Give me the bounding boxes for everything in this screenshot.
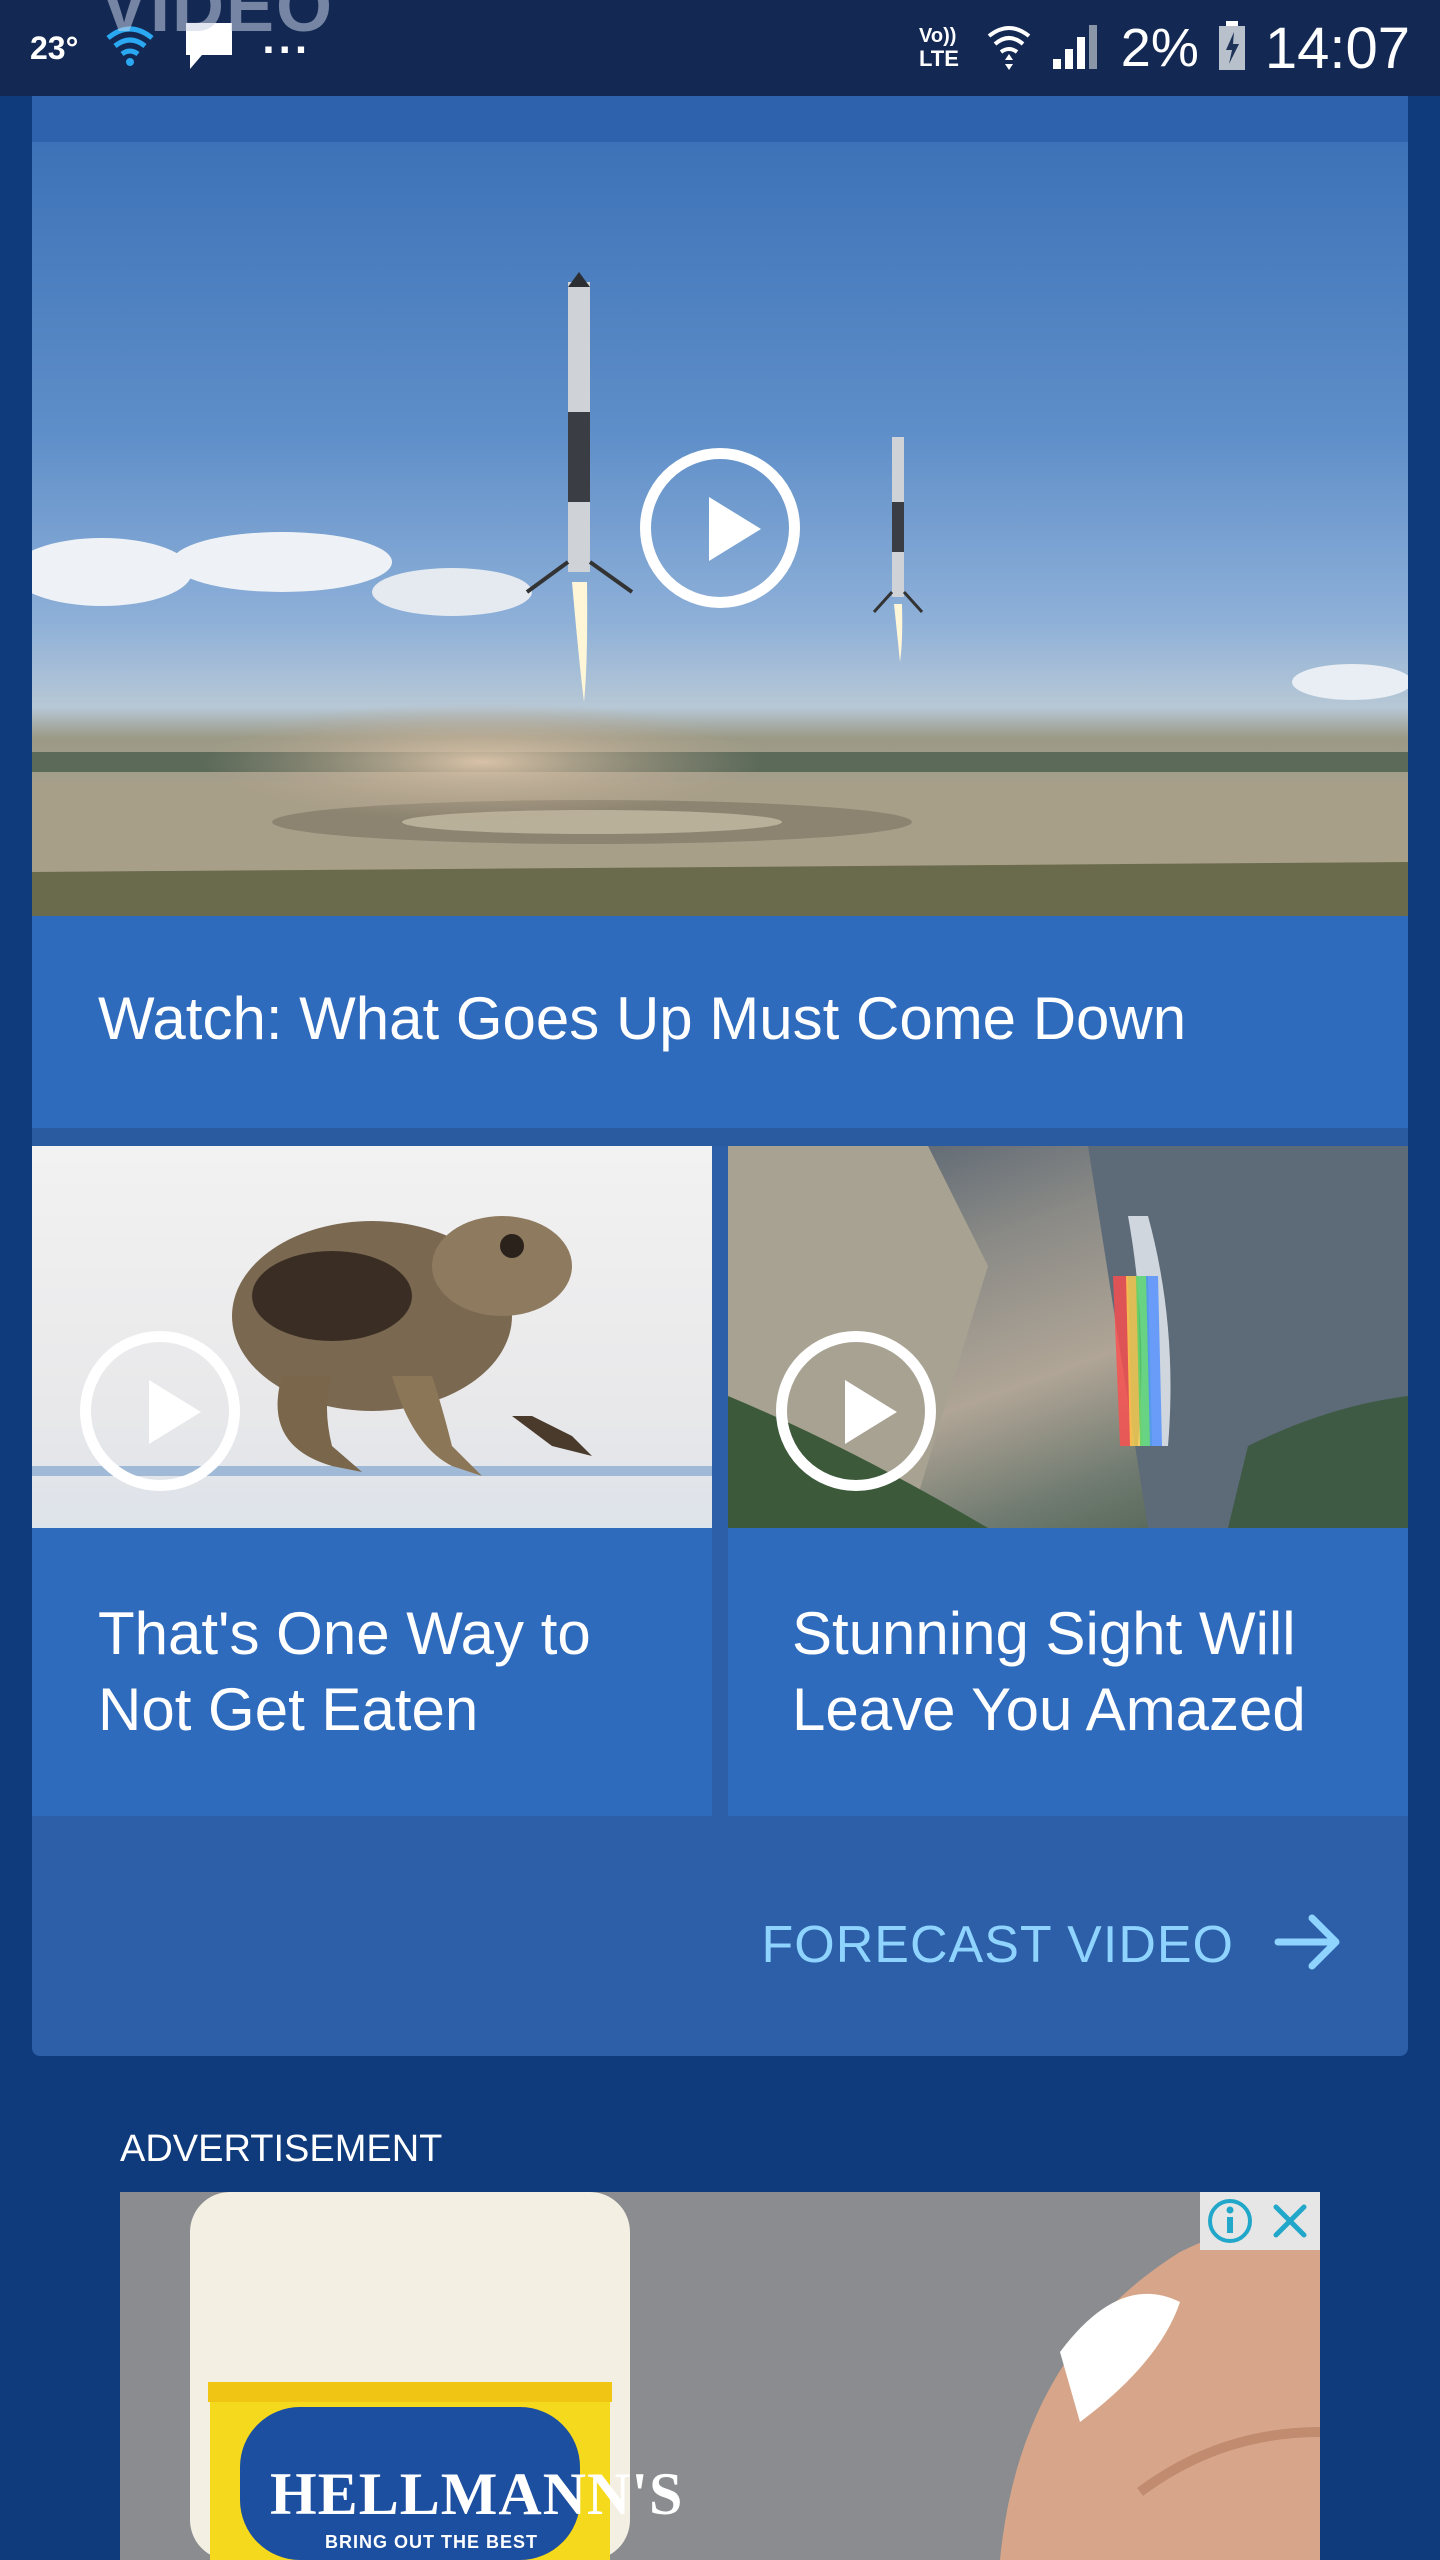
advertisement-label: ADVERTISEMENT [120,2128,443,2170]
forecast-video-link[interactable]: FORECAST VIDEO [762,1912,1344,1977]
video-thumbnail-toad[interactable] [32,1146,712,1528]
arrow-right-icon[interactable] [1274,1912,1344,1977]
volte-icon: Vo)) LTE [917,20,967,77]
status-temperature: 23° [30,29,79,66]
close-icon[interactable] [1260,2192,1320,2250]
svg-text:LTE: LTE [919,46,959,71]
ad-controls [1200,2192,1320,2250]
video-title-waterfall[interactable]: Stunning Sight Will Leave You Amazed [792,1596,1392,1748]
card-top-strip [32,96,1408,142]
advertisement-banner[interactable]: HELLMANN'S BRING OUT THE BEST [120,2192,1320,2560]
play-circle-icon[interactable] [640,448,800,608]
svg-text:Vo)): Vo)) [919,25,956,47]
video-title-toad[interactable]: That's One Way to Not Get Eaten [98,1596,698,1748]
forecast-video-label[interactable]: FORECAST VIDEO [762,1915,1234,1975]
hero-video-thumbnail[interactable] [32,142,1408,916]
play-circle-icon[interactable] [80,1331,240,1491]
info-icon[interactable] [1200,2192,1260,2250]
ad-tagline: BRING OUT THE BEST [325,2532,539,2552]
section-title: VIDEO [100,0,335,47]
wifi-data-icon [985,20,1033,77]
status-time: 14:07 [1264,15,1410,81]
signal-icon [1051,21,1103,76]
play-circle-icon[interactable] [776,1331,936,1491]
hero-video-title[interactable]: Watch: What Goes Up Must Come Down [98,984,1186,1053]
battery-percent: 2% [1120,18,1199,78]
battery-charging-icon [1217,20,1247,77]
ad-brand-text: HELLMANN'S [270,2461,684,2527]
video-thumbnail-waterfall[interactable] [728,1146,1408,1528]
card-divider [32,1128,1408,1146]
